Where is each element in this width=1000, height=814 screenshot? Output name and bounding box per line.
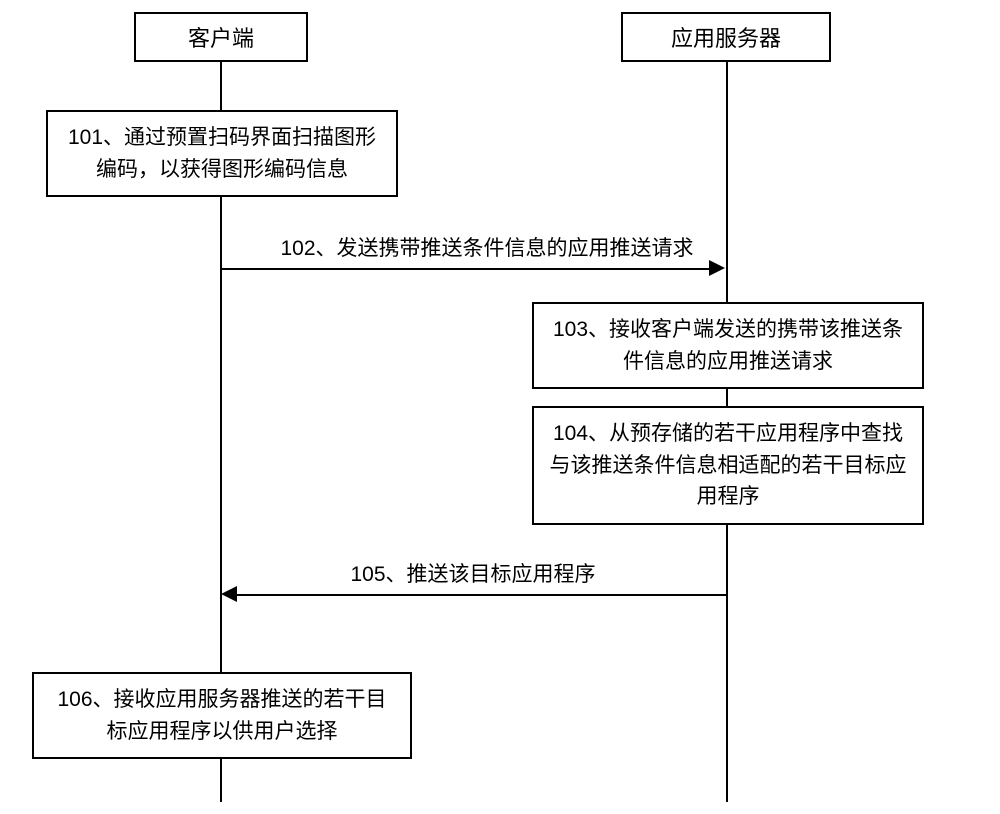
- lifeline-client: [220, 758, 222, 802]
- arrow-105: [236, 594, 726, 596]
- step-106: 106、接收应用服务器推送的若干目标应用程序以供用户选择: [32, 672, 412, 759]
- lifeline-server: [726, 62, 728, 302]
- arrow-102: [222, 268, 712, 270]
- lifeline-server: [726, 388, 728, 406]
- step-104: 104、从预存储的若干应用程序中查找与该推送条件信息相适配的若干目标应用程序: [532, 406, 924, 525]
- participant-client-label: 客户端: [188, 21, 254, 53]
- step-102-label: 102、发送携带推送条件信息的应用推送请求: [272, 232, 702, 262]
- arrow-102-head: [709, 260, 725, 276]
- step-101-text: 101、通过预置扫码界面扫描图形编码，以获得图形编码信息: [68, 126, 376, 181]
- lifeline-client: [220, 62, 222, 110]
- sequence-diagram: 客户端 应用服务器 101、通过预置扫码界面扫描图形编码，以获得图形编码信息 1…: [0, 0, 1000, 814]
- participant-server-label: 应用服务器: [671, 21, 781, 53]
- participant-client: 客户端: [134, 12, 308, 62]
- step-101: 101、通过预置扫码界面扫描图形编码，以获得图形编码信息: [46, 110, 398, 197]
- step-106-text: 106、接收应用服务器推送的若干目标应用程序以供用户选择: [57, 688, 386, 743]
- step-103-text: 103、接收客户端发送的携带该推送条件信息的应用推送请求: [553, 318, 903, 373]
- arrow-105-head: [221, 586, 237, 602]
- participant-server: 应用服务器: [621, 12, 831, 62]
- step-105-label: 105、推送该目标应用程序: [328, 558, 618, 588]
- step-105-text: 105、推送该目标应用程序: [350, 563, 595, 586]
- step-102-text: 102、发送携带推送条件信息的应用推送请求: [280, 237, 693, 260]
- step-103: 103、接收客户端发送的携带该推送条件信息的应用推送请求: [532, 302, 924, 389]
- lifeline-server: [726, 517, 728, 802]
- step-104-text: 104、从预存储的若干应用程序中查找与该推送条件信息相适配的若干目标应用程序: [550, 422, 907, 508]
